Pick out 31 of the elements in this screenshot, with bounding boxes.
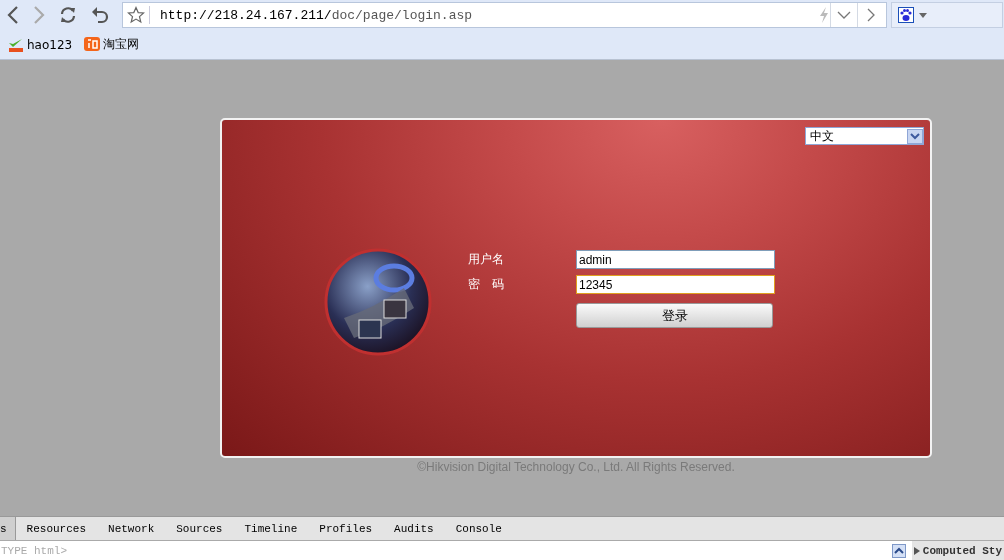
refresh-icon[interactable] <box>58 5 78 25</box>
triangle-right-icon <box>913 546 920 555</box>
bookmark-link[interactable]: hao123 <box>8 37 73 52</box>
devtools-tab[interactable]: Timeline <box>233 517 309 540</box>
input-field[interactable]: 12345 <box>576 275 775 294</box>
devtools-tab[interactable]: Sources <box>165 517 234 540</box>
chevron-down-icon[interactable] <box>907 128 923 144</box>
computed-styles-toggle[interactable]: Computed Sty <box>911 541 1004 560</box>
star-icon[interactable] <box>127 6 150 24</box>
language-select[interactable]: 中文 <box>805 127 924 145</box>
dropdown-icon[interactable] <box>919 12 927 18</box>
devtools-tab[interactable]: s <box>0 517 16 540</box>
devtools-tab[interactable]: Profiles <box>308 517 384 540</box>
field-label: 用户名 <box>468 251 505 268</box>
back-icon[interactable] <box>6 5 20 25</box>
undo-icon[interactable] <box>90 5 110 25</box>
address-bar[interactable]: http://218.24.167.211/doc/page/login.asp <box>122 2 887 28</box>
url-text: http://218.24.167.211/doc/page/login.asp <box>159 7 474 23</box>
devtools-tab[interactable]: Resources <box>15 517 98 540</box>
devtools-tab[interactable]: Audits <box>383 517 445 540</box>
caret-up-icon[interactable] <box>891 543 906 558</box>
devtools-tab[interactable]: Console <box>444 517 513 540</box>
input-field[interactable]: admin <box>576 250 775 269</box>
paw-icon[interactable] <box>898 7 914 23</box>
field-label: 密 码 <box>468 276 505 293</box>
console-text: TYPE html> <box>1 544 68 557</box>
devtools-tab[interactable]: Network <box>97 517 166 540</box>
login-button[interactable]: 登录 <box>576 303 773 328</box>
bookmark-link[interactable]: 淘宝网 <box>84 36 140 53</box>
search-engine-box[interactable] <box>891 2 1003 28</box>
checkmark-logo-icon <box>8 37 24 52</box>
